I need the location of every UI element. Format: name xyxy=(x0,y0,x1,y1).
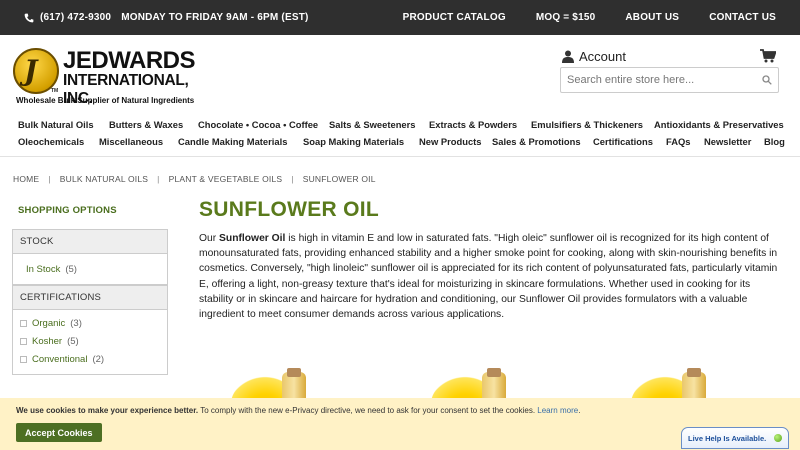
filter-option-count: (5) xyxy=(67,335,79,347)
cookie-text: To comply with the new e-Privacy directi… xyxy=(198,406,538,415)
nav-item-sales-promotions[interactable]: Sales & Promotions xyxy=(492,136,581,147)
header: J TM JEDWARDS INTERNATIONAL, INC. Wholes… xyxy=(0,35,800,113)
cookie-message: We use cookies to make your experience b… xyxy=(16,406,581,415)
checkbox[interactable] xyxy=(20,337,27,345)
filter-option-count: (2) xyxy=(92,353,105,365)
cookie-bold: We use cookies to make your experience b… xyxy=(16,406,199,415)
nav-divider xyxy=(0,156,800,157)
nav-item-faqs[interactable]: FAQs xyxy=(666,136,691,147)
nav-item-emulsifiers-thickeners[interactable]: Emulsifiers & Thickeners xyxy=(531,119,643,130)
top-bar: (617) 472-9300 MONDAY TO FRIDAY 9AM - 6P… xyxy=(0,0,800,35)
top-link-product-catalog[interactable]: PRODUCT CATALOG xyxy=(403,12,506,23)
site-logo[interactable]: J TM JEDWARDS INTERNATIONAL, INC. Wholes… xyxy=(13,48,196,107)
filter-certifications: CERTIFICATIONS Organic (3) Kosher (5) Co… xyxy=(12,285,168,375)
top-link-contact-us[interactable]: CONTACT US xyxy=(709,12,776,23)
nav-item-oleochemicals[interactable]: Oleochemicals xyxy=(18,136,84,147)
main-nav: Bulk Natural Oils Butters & Waxes Chocol… xyxy=(0,113,800,155)
shopping-options-title: SHOPPING OPTIONS xyxy=(18,205,117,216)
nav-item-blog[interactable]: Blog xyxy=(764,136,785,147)
account-label: Account xyxy=(579,49,626,64)
account-link[interactable]: Account xyxy=(562,49,626,64)
breadcrumb-separator: | xyxy=(291,174,294,184)
filter-option-label: Organic xyxy=(32,317,66,329)
online-status-icon xyxy=(774,434,782,442)
breadcrumb-current: SUNFLOWER OIL xyxy=(302,174,376,184)
breadcrumb: HOME | BULK NATURAL OILS | PLANT & VEGET… xyxy=(13,174,376,184)
desc-rest: is high in vitamin E and low in saturate… xyxy=(199,233,778,321)
nav-item-antioxidants-preservatives[interactable]: Antioxidants & Preservatives xyxy=(654,119,784,130)
business-hours: MONDAY TO FRIDAY 9AM - 6PM (EST) xyxy=(121,12,309,23)
breadcrumb-plant-vegetable-oils[interactable]: PLANT & VEGETABLE OILS xyxy=(169,174,283,184)
phone-icon xyxy=(24,13,34,22)
logo-name: JEDWARDS xyxy=(63,47,196,74)
filter-option-conventional[interactable]: Conventional (2) xyxy=(20,350,160,368)
breadcrumb-separator: | xyxy=(48,174,51,184)
cork-graphic xyxy=(487,368,501,377)
phone-number: (617) 472-9300 xyxy=(40,12,112,23)
cork-graphic xyxy=(287,368,301,377)
nav-row-1: Bulk Natural Oils Butters & Waxes Chocol… xyxy=(0,119,800,136)
cart-icon[interactable] xyxy=(760,49,776,63)
nav-item-extracts-powders[interactable]: Extracts & Powders xyxy=(429,119,517,130)
user-icon xyxy=(562,50,574,63)
search-input[interactable] xyxy=(567,74,762,86)
category-description: Our Sunflower Oil is high in vitamin E a… xyxy=(199,231,784,322)
top-links: PRODUCT CATALOG MOQ = $150 ABOUT US CONT… xyxy=(403,12,776,23)
nav-item-butters-waxes[interactable]: Butters & Waxes xyxy=(109,119,183,130)
filter-option-label: Kosher xyxy=(32,335,63,347)
filter-option-kosher[interactable]: Kosher (5) xyxy=(20,332,160,350)
search-box xyxy=(560,67,779,93)
filter-stock-heading[interactable]: STOCK xyxy=(13,230,167,254)
live-help-label: Live Help Is Available. xyxy=(688,433,767,443)
logo-tagline: Wholesale Bulk Supplier of Natural Ingre… xyxy=(16,96,195,105)
breadcrumb-home[interactable]: HOME xyxy=(13,174,39,184)
checkbox[interactable] xyxy=(20,355,27,363)
sidebar-filters: SHOPPING OPTIONS STOCK In Stock (5) CERT… xyxy=(12,200,168,375)
filter-option-count: (5) xyxy=(65,263,77,275)
nav-item-bulk-natural-oils[interactable]: Bulk Natural Oils xyxy=(18,119,94,130)
checkbox[interactable] xyxy=(20,319,27,327)
filter-option-label: In Stock xyxy=(26,263,61,275)
nav-row-2: Oleochemicals Miscellaneous Candle Makin… xyxy=(0,136,800,153)
filter-option-in-stock[interactable]: In Stock (5) xyxy=(26,260,154,278)
accept-cookies-button[interactable]: Accept Cookies xyxy=(16,423,102,442)
nav-item-candle-making[interactable]: Candle Making Materials xyxy=(178,136,287,147)
page-title: SUNFLOWER OIL xyxy=(199,198,380,221)
filter-certifications-body: Organic (3) Kosher (5) Conventional (2) xyxy=(13,310,167,374)
cookie-learn-more-link[interactable]: Learn more xyxy=(537,406,578,415)
filter-option-organic[interactable]: Organic (3) xyxy=(20,314,160,332)
phone[interactable]: (617) 472-9300 xyxy=(24,12,111,23)
desc-prefix: Our xyxy=(199,233,220,244)
desc-bold: Sunflower Oil xyxy=(219,233,286,244)
logo-trademark: TM xyxy=(51,88,59,94)
filter-stock: STOCK In Stock (5) xyxy=(12,229,168,285)
cookie-banner: We use cookies to make your experience b… xyxy=(0,398,800,450)
cork-graphic xyxy=(687,368,701,377)
search-icon[interactable] xyxy=(762,75,772,85)
nav-item-new-products[interactable]: New Products xyxy=(419,136,482,147)
filter-option-count: (3) xyxy=(70,317,82,329)
filter-stock-body: In Stock (5) xyxy=(13,254,167,284)
breadcrumb-bulk-natural-oils[interactable]: BULK NATURAL OILS xyxy=(60,174,148,184)
breadcrumb-separator: | xyxy=(157,174,160,184)
filter-certifications-heading[interactable]: CERTIFICATIONS xyxy=(13,285,167,310)
nav-item-chocolate-cocoa-coffee[interactable]: Chocolate • Cocoa • Coffee xyxy=(198,119,318,130)
top-link-about-us[interactable]: ABOUT US xyxy=(625,12,679,23)
nav-item-miscellaneous[interactable]: Miscellaneous xyxy=(99,136,163,147)
filter-option-label: Conventional xyxy=(32,353,88,365)
nav-item-soap-making[interactable]: Soap Making Materials xyxy=(303,136,404,147)
nav-item-certifications[interactable]: Certifications xyxy=(593,136,653,147)
live-help-widget[interactable]: Live Help Is Available. xyxy=(681,427,789,449)
nav-item-salts-sweeteners[interactable]: Salts & Sweeteners xyxy=(329,119,416,130)
top-link-moq[interactable]: MOQ = $150 xyxy=(536,12,596,23)
nav-item-newsletter[interactable]: Newsletter xyxy=(704,136,751,147)
